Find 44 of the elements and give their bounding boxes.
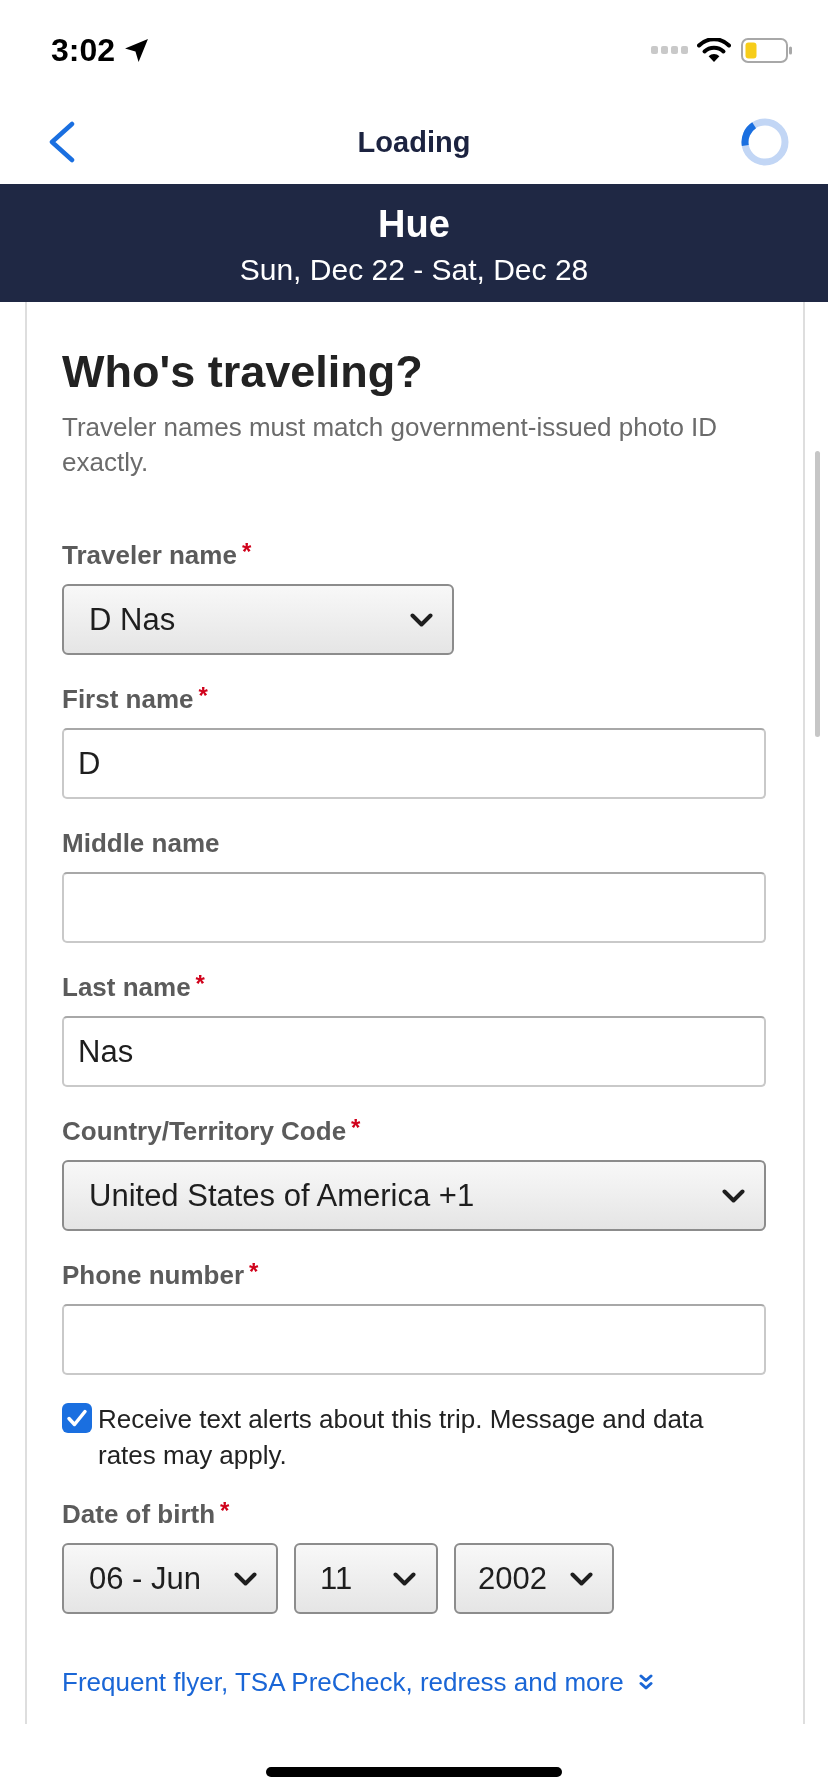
- chevron-down-icon: [234, 1571, 257, 1586]
- chevron-down-icon: [393, 1571, 416, 1586]
- checkbox[interactable]: [62, 1403, 92, 1433]
- dropdown-select[interactable]: 11: [294, 1543, 438, 1614]
- dropdown-select[interactable]: D Nas: [62, 584, 454, 655]
- field-label: First name: [62, 684, 194, 714]
- nav-title: Loading: [357, 125, 471, 160]
- checkbox-label: Receive text alerts about this trip. Message and data rates may apply.: [98, 1403, 705, 1472]
- required-asterisk: *: [249, 1260, 259, 1284]
- wifi-icon: [697, 38, 731, 62]
- dropdown-select[interactable]: 06 - Jun: [62, 1543, 278, 1614]
- required-asterisk: *: [195, 972, 205, 996]
- input-field[interactable]: [62, 872, 766, 943]
- field-label: Traveler name: [62, 540, 237, 570]
- location-arrow-icon: [124, 37, 150, 63]
- input-field[interactable]: D: [62, 728, 766, 799]
- required-asterisk: *: [351, 1116, 361, 1140]
- field-label: Date of birth: [62, 1499, 216, 1529]
- input-field[interactable]: [62, 1304, 766, 1375]
- input-field[interactable]: Nas: [62, 1016, 766, 1087]
- required-asterisk: *: [220, 1499, 230, 1523]
- battery-icon: [741, 37, 792, 63]
- field-label: Last name: [62, 972, 191, 1002]
- back-button[interactable]: [48, 121, 76, 163]
- field-label: Phone number: [62, 1260, 244, 1290]
- dropdown-select[interactable]: 2002: [454, 1543, 614, 1614]
- trip-dates: Sun, Dec 22 - Sat, Dec 28: [239, 252, 589, 288]
- field-label: Country/Territory Code: [62, 1116, 347, 1146]
- loading-spinner-icon: [741, 118, 789, 166]
- status-time: 3:02: [51, 31, 116, 69]
- required-asterisk: *: [198, 684, 208, 708]
- chevron-left-icon: [48, 121, 76, 163]
- dropdown-select[interactable]: United States of America +1: [62, 1160, 766, 1231]
- cellular-signal-icon: [651, 46, 688, 54]
- double-chevron-down-icon: [638, 1674, 653, 1690]
- chevron-down-icon: [722, 1188, 745, 1203]
- trip-destination: Hue: [378, 202, 450, 246]
- more-options-link[interactable]: Frequent flyer, TSA PreCheck, redress and more: [62, 1667, 653, 1697]
- chevron-down-icon: [570, 1571, 593, 1586]
- chevron-down-icon: [410, 612, 433, 627]
- form-subtitle: Traveler names must match government-issued photo ID exactly.: [62, 411, 719, 479]
- form-title: Who's traveling?: [62, 346, 424, 398]
- required-asterisk: *: [241, 540, 252, 564]
- field-label: Middle name: [62, 828, 220, 858]
